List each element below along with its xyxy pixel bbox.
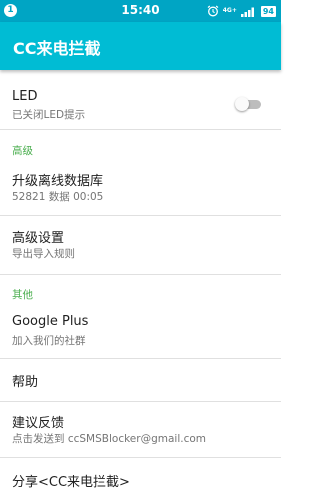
status-icons: 4G+ 94 [207,4,276,18]
setting-led[interactable]: LED 已关闭LED提示 [0,76,281,126]
setting-upgrade-database-summary: 52821 数据 00:05 [12,191,104,203]
setting-help[interactable]: 帮助 [0,359,281,401]
setting-google-plus[interactable]: Google Plus 加入我们的社群 [0,306,281,358]
setting-google-plus-summary: 加入我们的社群 [12,335,86,347]
setting-led-label: LED [12,89,38,104]
divider [0,215,281,216]
led-toggle[interactable] [235,97,261,111]
setting-feedback[interactable]: 建议反馈 点击发送到 ccSMSBlocker@gmail.com [0,402,281,456]
battery-icon: 94 [260,5,276,17]
setting-advanced-summary: 导出导入规则 [12,248,75,260]
setting-google-plus-label: Google Plus [12,314,89,329]
setting-help-label: 帮助 [12,375,39,390]
setting-share[interactable]: 分享<CC来电拦截> [0,458,281,500]
divider [0,274,281,275]
led-toggle-thumb [235,97,249,111]
setting-feedback-summary: 点击发送到 ccSMSBlocker@gmail.com [12,433,206,445]
setting-upgrade-database-label: 升级离线数据库 [12,174,104,189]
setting-advanced-label: 高级设置 [12,231,65,246]
setting-feedback-label: 建议反馈 [12,416,65,431]
setting-upgrade-database[interactable]: 升级离线数据库 52821 数据 00:05 [0,162,281,214]
divider [0,129,281,130]
alarm-icon [207,5,219,17]
section-header-advanced: 高级 [12,145,33,157]
section-header-other: 其他 [12,289,33,301]
battery-level: 94 [262,6,274,16]
setting-advanced[interactable]: 高级设置 导出导入规则 [0,218,281,274]
setting-led-summary: 已关闭LED提示 [12,109,86,121]
status-bar: 1 15:40 4G+ 94 [0,0,281,22]
network-type-label: 4G+ [222,7,237,14]
setting-share-label: 分享<CC来电拦截> [12,475,130,490]
app-title: CC来电拦截 [13,39,101,58]
signal-icon [240,7,254,17]
app-bar: CC来电拦截 [0,22,281,70]
